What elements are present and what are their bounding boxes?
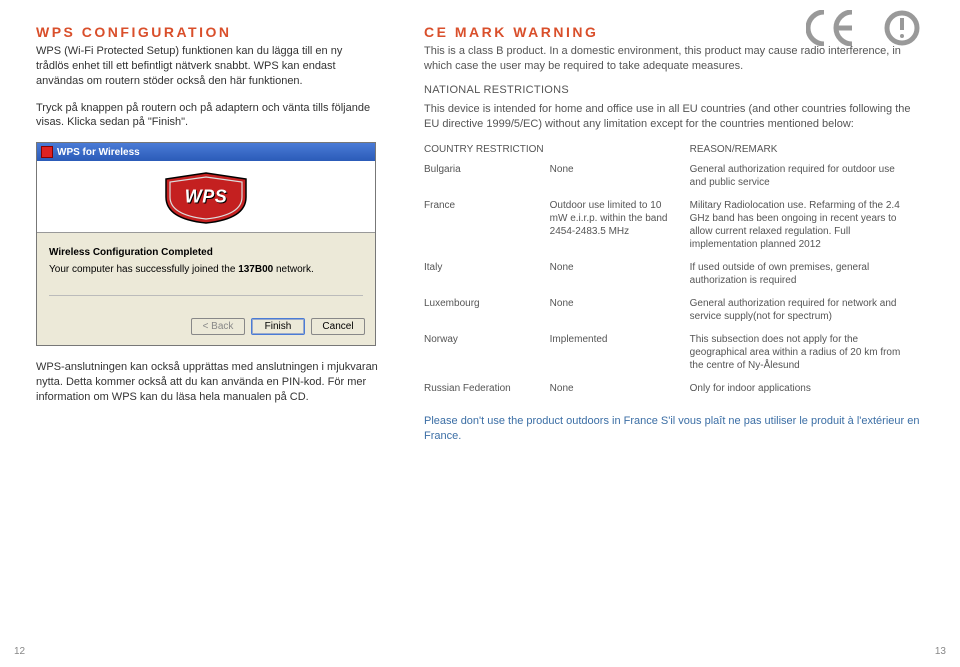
page-number-right: 13 <box>935 646 946 657</box>
cell-restriction: None <box>550 256 690 292</box>
table-row: Norway Implemented This subsection does … <box>424 328 924 377</box>
ce-paragraph-2: This device is intended for home and off… <box>424 102 924 132</box>
table-row: France Outdoor use limited to 10 mW e.i.… <box>424 194 924 256</box>
cell-country: Norway <box>424 328 550 377</box>
wps-heading: WPS CONFIGURATION <box>36 24 378 40</box>
page-number-left: 12 <box>14 646 25 657</box>
cell-country: Italy <box>424 256 550 292</box>
wps-dialog: WPS for Wireless WPS Wireless Configurat… <box>36 142 376 346</box>
table-row: Luxembourg None General authorization re… <box>424 292 924 328</box>
restrictions-table: COUNTRY RESTRICTION REASON/REMARK Bulgar… <box>424 141 924 400</box>
wps-paragraph-3: WPS-anslutningen kan också upprättas med… <box>36 360 378 405</box>
table-row: Russian Federation None Only for indoor … <box>424 377 924 400</box>
dialog-divider <box>49 295 363 296</box>
cell-reason: Only for indoor applications <box>690 377 924 400</box>
cell-reason: General authorization required for outdo… <box>690 158 924 194</box>
dialog-title: WPS for Wireless <box>57 147 140 158</box>
cancel-button[interactable]: Cancel <box>311 318 365 335</box>
cell-reason: Military Radiolocation use. Refarming of… <box>690 194 924 256</box>
dialog-message: Your computer has successfully joined th… <box>49 264 363 275</box>
dialog-body: Wireless Configuration Completed Your co… <box>37 233 375 312</box>
dialog-status-heading: Wireless Configuration Completed <box>49 247 363 258</box>
finish-button[interactable]: Finish <box>251 318 305 335</box>
cell-restriction: None <box>550 377 690 400</box>
table-row: Bulgaria None General authorization requ… <box>424 158 924 194</box>
cell-reason: General authorization required for netwo… <box>690 292 924 328</box>
back-button[interactable]: < Back <box>191 318 245 335</box>
cell-restriction: None <box>550 158 690 194</box>
cell-restriction: Outdoor use limited to 10 mW e.i.r.p. wi… <box>550 194 690 256</box>
th-reason: REASON/REMARK <box>690 141 924 158</box>
table-row: Italy None If used outside of own premis… <box>424 256 924 292</box>
th-country: COUNTRY RESTRICTION <box>424 141 550 158</box>
national-restrictions-heading: NATIONAL RESTRICTIONS <box>424 84 924 96</box>
cell-country: Russian Federation <box>424 377 550 400</box>
wps-shield-text: WPS <box>185 186 228 207</box>
wps-paragraph-2: Tryck på knappen på routern och på adapt… <box>36 101 378 131</box>
cell-country: Luxembourg <box>424 292 550 328</box>
cell-reason: This subsection does not apply for the g… <box>690 328 924 377</box>
right-column: CE MARK WARNING This is a class B produc… <box>406 0 960 667</box>
wps-shield-icon: WPS <box>158 169 254 225</box>
cell-restriction: Implemented <box>550 328 690 377</box>
cell-country: France <box>424 194 550 256</box>
cell-restriction: None <box>550 292 690 328</box>
wps-paragraph-1: WPS (Wi-Fi Protected Setup) funktionen k… <box>36 44 378 89</box>
dialog-button-row: < Back Finish Cancel <box>37 312 375 345</box>
left-column: WPS CONFIGURATION WPS (Wi-Fi Protected S… <box>0 0 406 667</box>
ce-mark-logo <box>806 10 920 46</box>
cell-reason: If used outside of own premises, general… <box>690 256 924 292</box>
cell-country: Bulgaria <box>424 158 550 194</box>
table-header-row: COUNTRY RESTRICTION REASON/REMARK <box>424 141 924 158</box>
dialog-titlebar: WPS for Wireless <box>37 143 375 161</box>
dialog-app-icon <box>41 146 53 158</box>
ce-paragraph-1: This is a class B product. In a domestic… <box>424 44 924 74</box>
wps-banner: WPS <box>37 161 375 233</box>
footer-note: Please don't use the product outdoors in… <box>424 414 924 444</box>
